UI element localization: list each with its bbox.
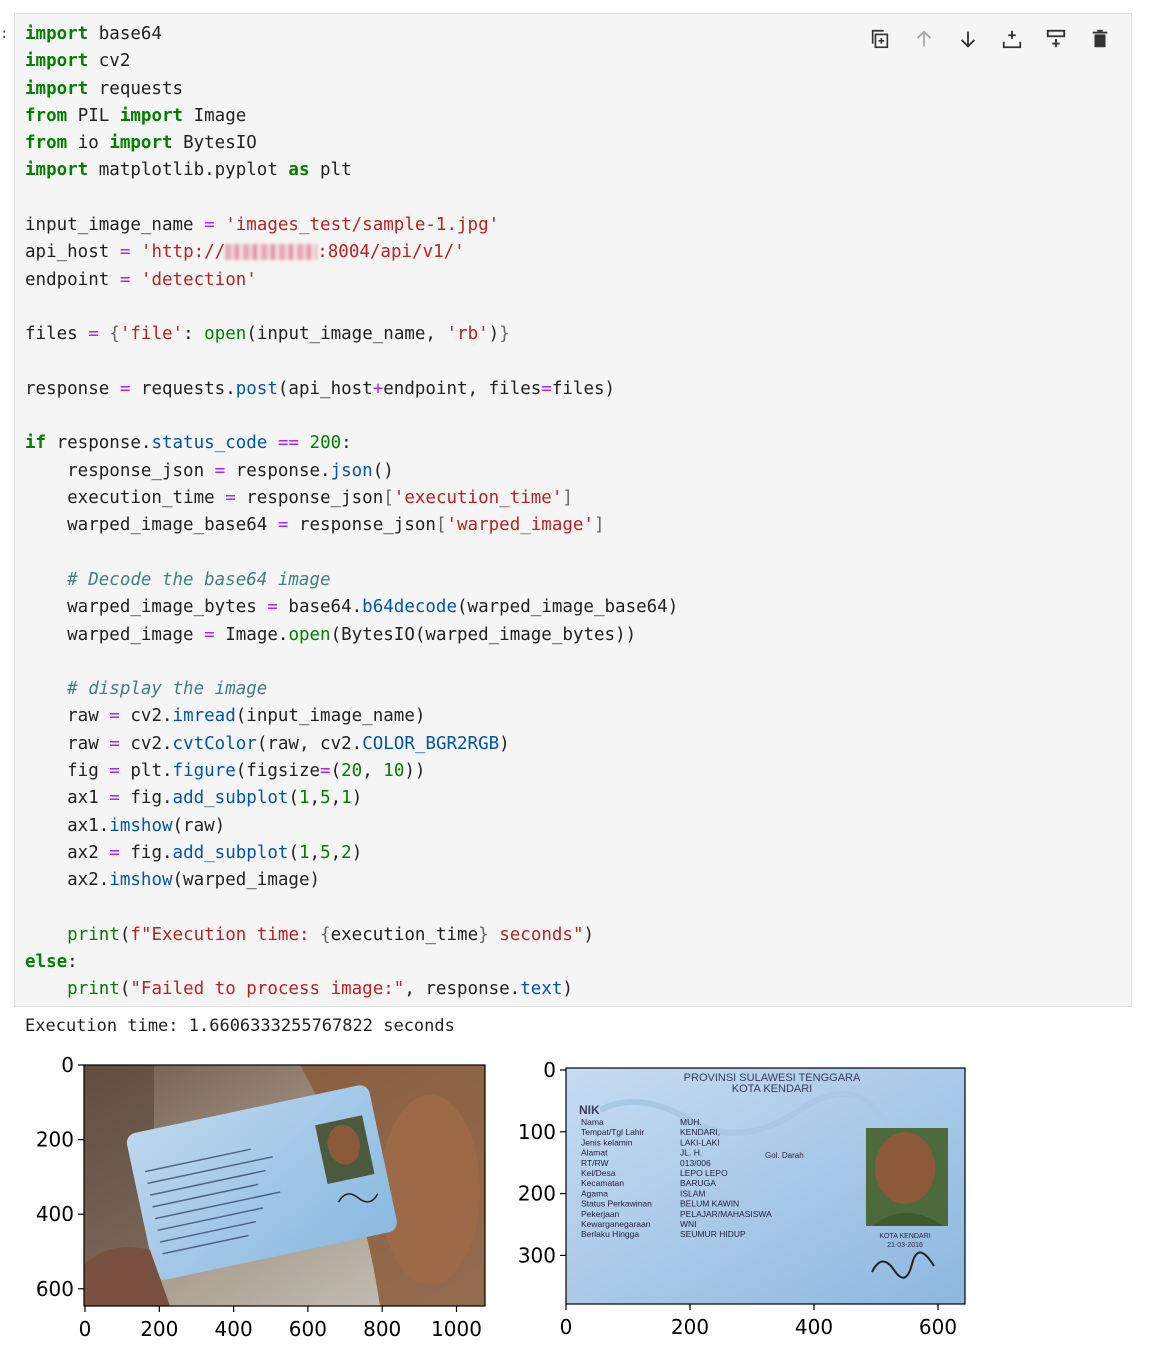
ytick-label: 300 (518, 1243, 556, 1267)
delete-cell-icon[interactable] (1083, 22, 1117, 56)
xtick-label: 600 (919, 1315, 957, 1339)
redacted-host (225, 244, 318, 261)
card-blood-type: Gol. Darah (765, 1151, 804, 1160)
ytick-label: 100 (518, 1120, 556, 1144)
card-field-value: LAKI-LAKI (680, 1137, 720, 1147)
code-editor[interactable]: import base64 import cv2 import requests… (25, 21, 678, 1004)
xtick-label: 1000 (431, 1317, 482, 1341)
subplot-raw: 0 200 400 600 0 200 400 600 800 1000 (36, 1053, 486, 1341)
xtick-label: 200 (671, 1315, 709, 1339)
insert-below-icon[interactable] (995, 22, 1029, 56)
ytick-label: 0 (61, 1053, 74, 1077)
card-field-label: Berlaku Hingga (581, 1229, 639, 1239)
card-field-value: ISLAM (680, 1188, 706, 1198)
card-field-label: Pekerjaan (581, 1209, 620, 1219)
card-field-label: Agama (581, 1188, 608, 1198)
card-field-label: Status Perkawinan (581, 1199, 652, 1209)
card-field-label: Kel/Desa (581, 1168, 616, 1178)
ytick-label: 0 (543, 1058, 556, 1082)
card-field-label: Jenis kelamin (581, 1137, 633, 1147)
xtick-label: 800 (363, 1317, 401, 1341)
move-down-icon[interactable] (951, 22, 985, 56)
xtick-label: 400 (795, 1315, 833, 1339)
card-sign-city: KOTA KENDARI (879, 1233, 930, 1240)
ytick-label: 600 (36, 1277, 74, 1301)
card-field-value: PELAJAR/MAHASISWA (680, 1209, 772, 1219)
card-field-label: Tempat/Tgl Lahir (581, 1127, 644, 1137)
card-field-label: Kewarganegaraan (581, 1219, 651, 1229)
card-nik: NIK (579, 1103, 600, 1117)
card-field-label: RT/RW (581, 1158, 609, 1168)
ytick-label: 200 (518, 1182, 556, 1206)
xtick-label: 0 (560, 1315, 573, 1339)
subplot-warped: PROVINSI SULAWESI TENGGARA KOTA KENDARI … (518, 1058, 966, 1339)
matplotlib-figure: 0200400600 0 200 400 600 800 1000 PROVINSI SU… (36, 1053, 966, 1341)
xtick-label: 200 (140, 1317, 178, 1341)
move-up-icon[interactable] (907, 22, 941, 56)
card-field-value: BARUGA (680, 1178, 716, 1188)
card-field-value: KENDARI, (680, 1127, 720, 1137)
card-field-label: Kecamatan (581, 1178, 624, 1188)
card-city: KOTA KENDARI (732, 1083, 812, 1095)
card-sign-date: 21-03-2016 (887, 1242, 923, 1249)
card-field-label: Alamat (581, 1148, 608, 1158)
card-field-label: Nama (581, 1117, 604, 1127)
xtick-label: 400 (215, 1317, 253, 1341)
xtick-label: 600 (289, 1317, 327, 1341)
ytick-label: 400 (36, 1202, 74, 1226)
cell-prompt-marker: : (0, 26, 9, 42)
insert-above-icon[interactable] (1039, 22, 1073, 56)
duplicate-cell-icon[interactable] (863, 22, 897, 56)
card-field-value: MUH. (680, 1117, 702, 1127)
ytick-label: 200 (36, 1128, 74, 1152)
card-field-value: JL. H. (680, 1148, 702, 1158)
code-cell[interactable]: import base64 import cv2 import requests… (14, 13, 1132, 1007)
cell-toolbar (863, 22, 1117, 56)
xtick-label: 0 (79, 1317, 92, 1341)
card-field-value: LEPO LEPO (680, 1168, 728, 1178)
output-text: Execution time: 1.6606333255767822 secon… (25, 1016, 455, 1036)
card-field-value: BELUM KAWIN (680, 1199, 739, 1209)
card-field-value: SEUMUR HIDUP (680, 1229, 746, 1239)
card-field-value: 013/006 (680, 1158, 711, 1168)
card-field-value: WNI (680, 1219, 697, 1229)
